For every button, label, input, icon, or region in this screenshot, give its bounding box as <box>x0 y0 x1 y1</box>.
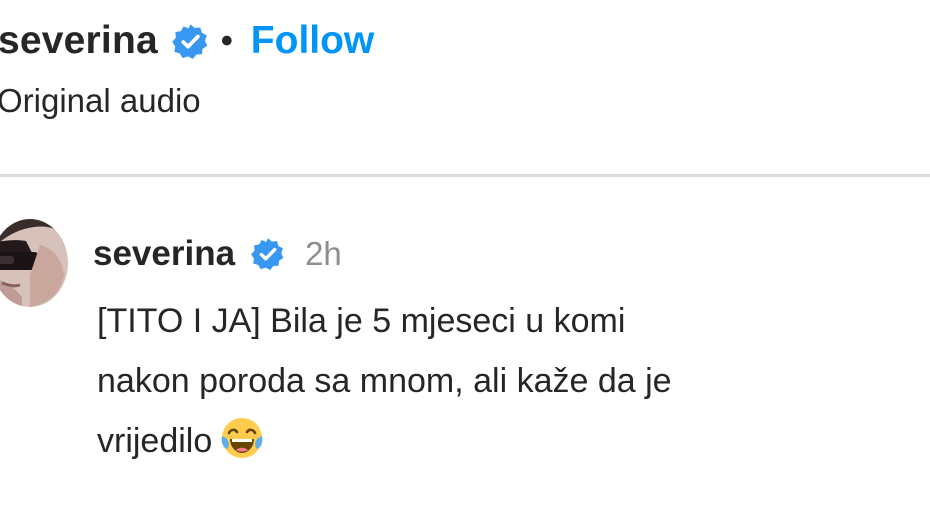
comment-line-last: vrijedilo <box>97 411 927 471</box>
comment-header: severina 2h <box>93 229 342 279</box>
profile-avatar-image <box>0 219 68 307</box>
separator-dot: • <box>220 22 233 60</box>
post-header-row: severina • Follow <box>0 14 374 68</box>
comment-line: nakon poroda sa mnom, ali kaže da je <box>97 362 672 400</box>
verified-badge-icon <box>172 23 208 59</box>
follow-button[interactable]: Follow <box>251 14 374 68</box>
comment-line: [TITO I JA] Bila je 5 mjeseci u komi <box>97 302 626 340</box>
laughing-emoji-icon <box>221 418 263 458</box>
caption-comment: severina 2h [TITO I JA] Bila je 5 mjesec… <box>0 177 930 525</box>
comment-line: vrijedilo <box>97 422 213 460</box>
comment-username-link[interactable]: severina <box>93 229 235 279</box>
post-header: severina • Follow Original audio <box>0 0 930 175</box>
header-username-link[interactable]: severina <box>0 14 158 68</box>
avatar[interactable] <box>0 219 68 307</box>
comment-timestamp[interactable]: 2h <box>305 229 342 279</box>
verified-badge-icon <box>251 238 284 270</box>
comment-text: [TITO I JA] Bila je 5 mjeseci u komi nak… <box>97 291 927 471</box>
original-audio-link[interactable]: Original audio <box>0 78 201 124</box>
